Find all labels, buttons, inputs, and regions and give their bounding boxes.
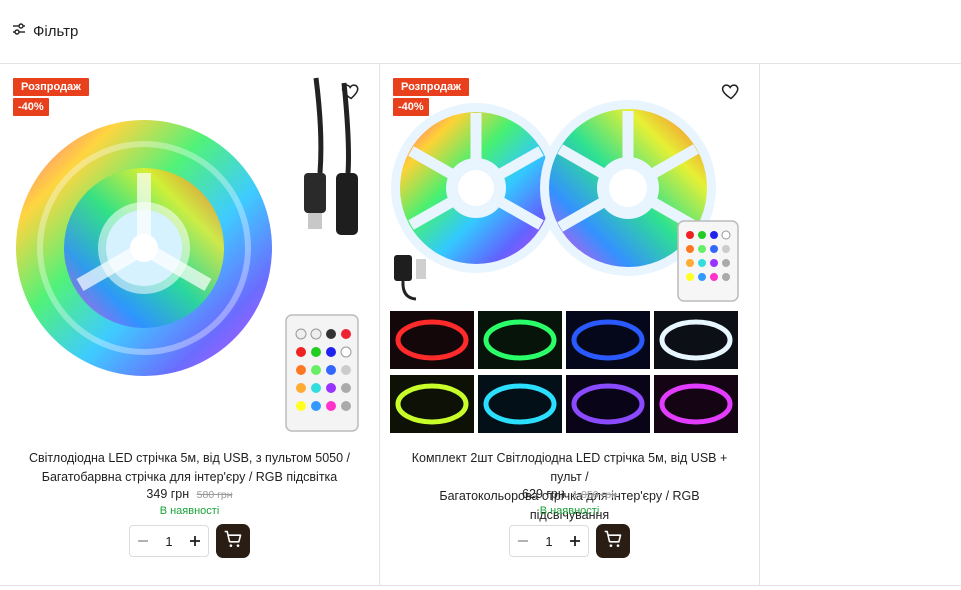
sale-badge: Розпродаж	[393, 78, 469, 96]
heart-icon[interactable]	[721, 81, 741, 101]
product-title[interactable]: Світлодіодна LED стрічка 5м, від USB, з …	[20, 449, 359, 487]
product-card[interactable]: Розпродаж -40% Світлодіодна LED стрічка …	[0, 65, 379, 585]
add-to-cart-button[interactable]	[216, 524, 250, 558]
plus-button[interactable]	[562, 526, 588, 556]
quantity-value[interactable]: 1	[158, 534, 180, 549]
grid-divider	[0, 585, 961, 586]
price-row: 629 грн 1 050 грн	[380, 487, 759, 501]
product-image[interactable]	[8, 73, 371, 435]
price-row: 349 грн 580 грн	[0, 487, 379, 501]
cart-icon	[223, 529, 243, 554]
product-title-line: Світлодіодна LED стрічка 5м, від USB, з …	[28, 451, 350, 465]
minus-button[interactable]	[510, 526, 536, 556]
old-price: 1 050 грн	[572, 489, 617, 501]
filter-button[interactable]: Фільтр	[12, 20, 78, 42]
plus-button[interactable]	[182, 526, 208, 556]
minus-button[interactable]	[130, 526, 156, 556]
filter-sliders-icon	[12, 22, 26, 40]
quantity-stepper: 1	[509, 525, 589, 557]
old-price: 580 грн	[196, 489, 233, 501]
product-card[interactable]: Розпродаж -40% Комплект 2шт Світлодіодна…	[380, 65, 759, 585]
product-title-line: Комплект 2шт Світлодіодна LED стрічка 5м…	[411, 451, 728, 484]
stock-status: В наявності	[159, 505, 220, 517]
filter-bar: Фільтр	[0, 0, 961, 64]
discount-badge: -40%	[13, 98, 49, 116]
cart-icon	[603, 529, 623, 554]
discount-badge: -40%	[393, 98, 429, 116]
stock-status: В наявності	[539, 505, 600, 517]
add-to-cart-button[interactable]	[596, 524, 630, 558]
quantity-value[interactable]: 1	[538, 534, 560, 549]
grid-divider	[759, 64, 760, 586]
product-image[interactable]	[388, 73, 751, 435]
product-title-line: Багатобарвна стрічка для інтер'єру / RGB…	[41, 470, 338, 484]
sale-badge: Розпродаж	[13, 78, 89, 96]
quantity-stepper: 1	[129, 525, 209, 557]
price: 349 грн	[146, 487, 190, 501]
filter-label: Фільтр	[33, 22, 79, 40]
price: 629 грн	[522, 487, 565, 501]
heart-icon[interactable]	[341, 81, 361, 101]
